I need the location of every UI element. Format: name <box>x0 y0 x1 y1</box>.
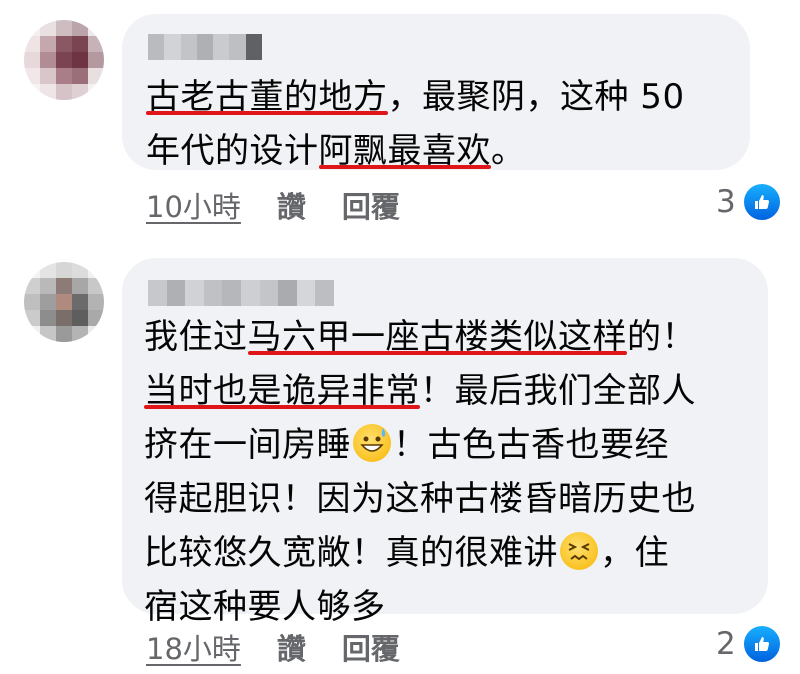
timestamp-link[interactable]: 18小時 <box>146 626 241 668</box>
avatar-pixel <box>24 310 40 326</box>
avatar-pixel <box>24 84 40 100</box>
avatar-pixel <box>56 36 72 52</box>
avatar-pixel <box>72 84 88 100</box>
avatar-pixel <box>40 68 56 84</box>
avatar-pixel <box>40 84 56 100</box>
avatar-pixel <box>56 84 72 100</box>
avatar-pixel <box>24 294 40 310</box>
avatar-pixel <box>88 84 104 100</box>
like-button[interactable]: 讚 <box>277 626 306 668</box>
avatar-pixel <box>40 20 56 36</box>
name-pixel <box>196 34 214 60</box>
avatar-pixel <box>56 326 72 342</box>
avatar-pixel <box>56 20 72 36</box>
avatar-pixel <box>88 278 104 294</box>
comment-text: 我住过马六甲一座古楼类似这样的！ 当时也是诡异非常！最后我们全部人 挤在一间房睡… <box>144 317 696 627</box>
avatar-pixel <box>72 68 88 84</box>
avatar[interactable] <box>24 20 104 100</box>
comment-text: 古老古董的地方，最聚阴，这种 50 年代的设计阿飘最喜欢。 <box>146 77 685 171</box>
avatar-pixel <box>88 310 104 326</box>
avatar-pixel <box>88 262 104 278</box>
name-pixel <box>185 280 204 306</box>
avatar-pixel <box>40 36 56 52</box>
timestamp-link[interactable]: 10小時 <box>146 184 241 226</box>
name-pixel <box>278 280 297 306</box>
reaction-summary[interactable]: 2 <box>716 624 782 664</box>
name-pixel <box>296 280 316 306</box>
reaction-count: 2 <box>716 626 736 662</box>
avatar-pixel <box>72 36 88 52</box>
avatar-pixel <box>56 310 72 326</box>
avatar-pixel <box>40 294 56 310</box>
name-pixel <box>148 34 165 60</box>
name-pixel <box>203 280 223 306</box>
avatar-pixel <box>24 52 40 68</box>
avatar-pixel <box>88 326 104 342</box>
name-pixel <box>315 280 334 306</box>
thumbs-up-icon <box>741 624 782 664</box>
avatar-pixel <box>40 262 56 278</box>
avatar-pixel <box>88 294 104 310</box>
avatar-pixel <box>72 52 88 68</box>
name-pixel <box>148 280 167 306</box>
name-pixel <box>166 280 186 306</box>
avatar-pixel <box>24 36 40 52</box>
commenter-name[interactable] <box>148 280 334 306</box>
avatar-pixel <box>40 310 56 326</box>
name-pixel <box>240 280 260 306</box>
reply-button[interactable]: 回覆 <box>342 626 400 668</box>
avatar-pixel <box>40 326 56 342</box>
avatar-pixel <box>40 52 56 68</box>
avatar-pixel <box>24 326 40 342</box>
avatar-pixel <box>72 326 88 342</box>
avatar-pixel <box>88 20 104 36</box>
avatar-pixel <box>56 68 72 84</box>
name-pixel <box>213 34 230 60</box>
avatar-pixel <box>72 262 88 278</box>
avatar-pixel <box>72 310 88 326</box>
avatar-pixel <box>88 52 104 68</box>
reaction-summary[interactable]: 3 <box>716 182 782 222</box>
avatar-pixel <box>56 262 72 278</box>
avatar-pixel <box>24 278 40 294</box>
avatar-pixel <box>72 20 88 36</box>
name-pixel <box>164 34 181 60</box>
avatar-pixel <box>72 278 88 294</box>
name-pixel <box>245 34 262 60</box>
avatar-pixel <box>56 52 72 68</box>
thumbs-up-icon <box>741 182 782 222</box>
avatar-pixel <box>24 68 40 84</box>
confounded-face-emoji <box>560 532 598 570</box>
like-button[interactable]: 讚 <box>277 184 306 226</box>
name-pixel <box>180 34 197 60</box>
comment-actions: 18小時 讚 回覆 <box>146 626 400 668</box>
reply-button[interactable]: 回覆 <box>342 184 400 226</box>
avatar-pixel <box>24 20 40 36</box>
grinning-sweat-emoji <box>353 424 391 462</box>
avatar-pixel <box>88 68 104 84</box>
avatar-pixel <box>24 262 40 278</box>
avatar-pixel <box>88 36 104 52</box>
avatar-pixel <box>40 278 56 294</box>
name-pixel <box>229 34 246 60</box>
comment-bubble: 古老古董的地方，最聚阴，这种 50 年代的设计阿飘最喜欢。 <box>122 14 750 171</box>
reaction-count: 3 <box>716 184 736 220</box>
name-pixel <box>259 280 279 306</box>
avatar-pixel <box>72 294 88 310</box>
avatar[interactable] <box>24 262 104 342</box>
avatar-pixel <box>56 278 72 294</box>
avatar-pixel <box>56 294 72 310</box>
name-pixel <box>222 280 241 306</box>
commenter-name[interactable] <box>148 34 262 60</box>
comment-actions: 10小時 讚 回覆 <box>146 184 400 226</box>
comment-bubble: 我住过马六甲一座古楼类似这样的！ 当时也是诡异非常！最后我们全部人 挤在一间房睡… <box>122 258 768 627</box>
